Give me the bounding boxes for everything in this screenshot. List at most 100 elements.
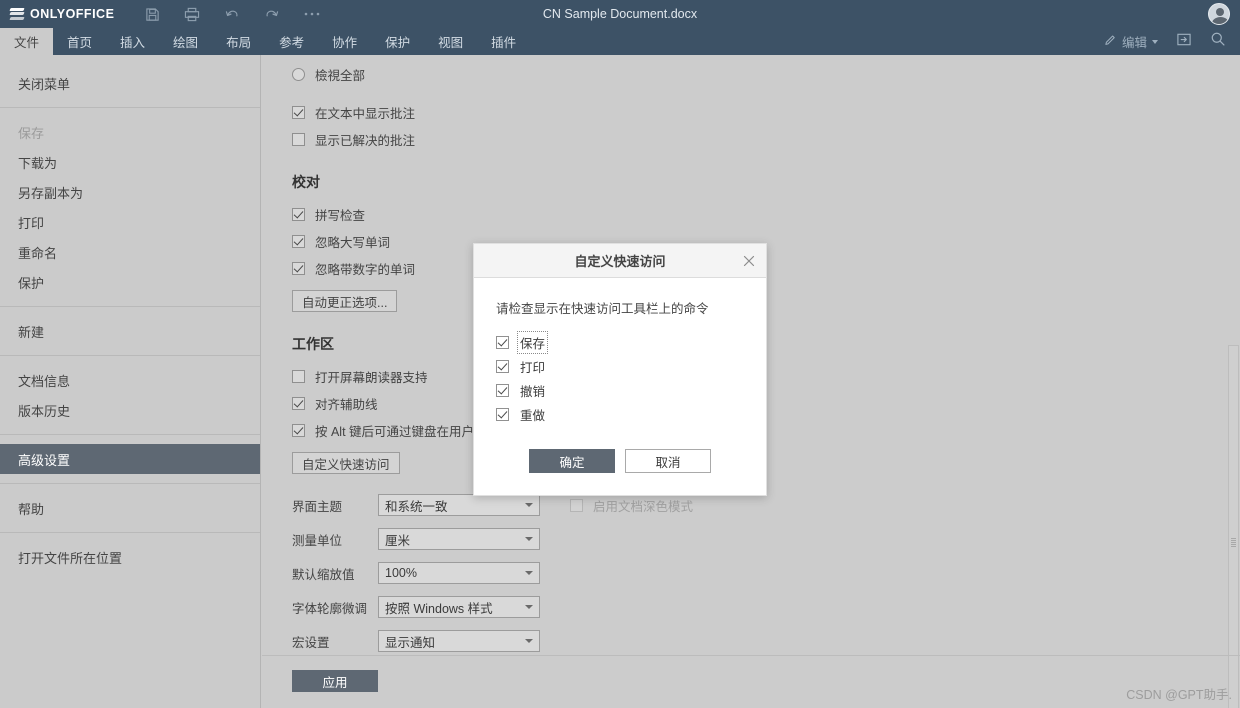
option-label: 默认缩放值 bbox=[292, 567, 355, 582]
dialog-option-label: 保存 bbox=[516, 330, 549, 354]
tab-file[interactable]: 文件 bbox=[0, 28, 54, 55]
select-value: 100% bbox=[385, 566, 417, 580]
option-show-comments-in-text[interactable]: 在文本中显示批注 bbox=[292, 101, 1240, 123]
checkbox-alt-key-navigation[interactable] bbox=[292, 423, 305, 437]
checkbox-show-resolved-comments[interactable] bbox=[292, 132, 305, 146]
footer-divider bbox=[262, 655, 1240, 656]
tab-draw[interactable]: 绘图 bbox=[159, 28, 212, 55]
select-value: 按照 Windows 样式 bbox=[385, 601, 493, 616]
tab-view[interactable]: 视图 bbox=[424, 28, 477, 55]
dialog-option-save[interactable]: 保存 bbox=[496, 330, 744, 354]
autocorrect-options-button[interactable]: 自动更正选项... bbox=[292, 290, 398, 312]
option-label: 测量单位 bbox=[292, 533, 343, 548]
undo-icon[interactable] bbox=[222, 4, 242, 24]
tab-layout[interactable]: 布局 bbox=[212, 28, 265, 55]
sidebar-item-print[interactable]: 打印 bbox=[0, 207, 260, 237]
select-measurement-unit[interactable]: 厘米 bbox=[378, 528, 540, 550]
select-value: 显示通知 bbox=[385, 635, 436, 650]
content-scrollbar[interactable] bbox=[1228, 345, 1239, 708]
select-macros-settings[interactable]: 显示通知 bbox=[378, 630, 540, 652]
select-font-hinting[interactable]: 按照 Windows 样式 bbox=[378, 596, 540, 618]
dialog-actions: 确定 取消 bbox=[496, 427, 744, 495]
tab-plugins[interactable]: 插件 bbox=[477, 28, 530, 55]
search-icon[interactable] bbox=[1210, 31, 1226, 52]
checkbox-alignment-guides[interactable] bbox=[292, 396, 305, 410]
checkbox-ignore-uppercase[interactable] bbox=[292, 234, 305, 248]
ok-button[interactable]: 确定 bbox=[529, 449, 615, 473]
option-row-default-zoom: 默认缩放值 100% bbox=[292, 562, 1240, 584]
scrollbar-grip bbox=[1231, 537, 1236, 548]
option-view-all[interactable]: 檢視全部 bbox=[292, 63, 1240, 85]
checkbox-save[interactable] bbox=[496, 335, 509, 349]
redo-icon[interactable] bbox=[262, 4, 282, 24]
sidebar-item-save-copy-as[interactable]: 另存副本为 bbox=[0, 177, 260, 207]
sidebar-item-download-as[interactable]: 下载为 bbox=[0, 147, 260, 177]
tab-home[interactable]: 首页 bbox=[53, 28, 106, 55]
dialog-header: 自定义快速访问 bbox=[474, 244, 766, 278]
user-avatar[interactable] bbox=[1208, 3, 1230, 25]
checkbox-screen-reader-support[interactable] bbox=[292, 369, 305, 383]
checkbox-show-comments-in-text[interactable] bbox=[292, 105, 305, 119]
sidebar-item-protect[interactable]: 保护 bbox=[0, 267, 260, 297]
customize-quick-access-button[interactable]: 自定义快速访问 bbox=[292, 452, 400, 474]
print-icon[interactable] bbox=[182, 4, 202, 24]
onlyoffice-logo-icon bbox=[9, 7, 25, 21]
checkbox-redo[interactable] bbox=[496, 407, 509, 421]
tab-collaboration[interactable]: 协作 bbox=[318, 28, 371, 55]
apply-button[interactable]: 应用 bbox=[292, 670, 378, 692]
chevron-down-icon bbox=[525, 503, 533, 507]
tab-protection[interactable]: 保护 bbox=[371, 28, 424, 55]
save-icon[interactable] bbox=[142, 4, 162, 24]
checkbox-ignore-words-with-numbers[interactable] bbox=[292, 261, 305, 275]
checkbox-print[interactable] bbox=[496, 359, 509, 373]
app-logo: ONLYOFFICE bbox=[9, 7, 115, 21]
option-row-measurement-unit: 测量单位 厘米 bbox=[292, 528, 1240, 550]
title-bar: ONLYOFFICE CN Sample Document.docx bbox=[0, 0, 1240, 28]
sidebar-item-help[interactable]: 帮助 bbox=[0, 493, 260, 523]
dialog-body: 请检查显示在快速访问工具栏上的命令 保存 打印 撤销 重做 确定 取消 bbox=[474, 278, 766, 495]
chevron-down-icon bbox=[525, 639, 533, 643]
sidebar-divider bbox=[0, 483, 260, 484]
chevron-down-icon bbox=[1152, 39, 1158, 44]
sidebar-item-advanced-settings[interactable]: 高级设置 bbox=[0, 444, 260, 474]
option-row-font-hinting: 字体轮廓微调 按照 Windows 样式 bbox=[292, 596, 1240, 618]
dialog-option-print[interactable]: 打印 bbox=[496, 355, 744, 377]
cancel-button[interactable]: 取消 bbox=[625, 449, 711, 473]
radio-view-all[interactable] bbox=[292, 67, 305, 81]
sidebar-item-version-history[interactable]: 版本历史 bbox=[0, 395, 260, 425]
select-default-zoom[interactable]: 100% bbox=[378, 562, 540, 584]
dialog-description: 请检查显示在快速访问工具栏上的命令 bbox=[496, 302, 709, 316]
open-file-location-icon[interactable] bbox=[1176, 32, 1192, 52]
option-label: 忽略大写单词 bbox=[315, 235, 391, 250]
dialog-option-redo[interactable]: 重做 bbox=[496, 403, 744, 425]
chevron-down-icon bbox=[525, 537, 533, 541]
dialog-option-label: 撤销 bbox=[520, 384, 546, 399]
sidebar-item-close-menu[interactable]: 关闭菜单 bbox=[0, 68, 260, 98]
option-dark-document-mode: 启用文档深色模式 bbox=[570, 496, 693, 515]
option-label: 忽略带数字的单词 bbox=[315, 262, 416, 277]
sidebar-item-save: 保存 bbox=[18, 125, 45, 141]
select-value: 和系统一致 bbox=[385, 499, 448, 514]
checkbox-undo[interactable] bbox=[496, 383, 509, 397]
sidebar-item-document-info[interactable]: 文档信息 bbox=[0, 365, 260, 395]
option-label: 对齐辅助线 bbox=[315, 397, 378, 412]
checkbox-spell-check[interactable] bbox=[292, 207, 305, 221]
brand-label: ONLYOFFICE bbox=[30, 7, 115, 21]
sidebar-item-open-file-location[interactable]: 打开文件所在位置 bbox=[0, 542, 260, 572]
option-label: 檢視全部 bbox=[315, 68, 366, 83]
option-spell-check[interactable]: 拼写检查 bbox=[292, 203, 1240, 225]
customize-quick-access-dialog: 自定义快速访问 请检查显示在快速访问工具栏上的命令 保存 打印 撤销 重做 确定… bbox=[473, 243, 767, 496]
option-label: 字体轮廓微调 bbox=[292, 601, 368, 616]
tab-insert[interactable]: 插入 bbox=[106, 28, 159, 55]
dialog-option-undo[interactable]: 撤销 bbox=[496, 379, 744, 401]
more-icon[interactable] bbox=[302, 4, 322, 24]
close-icon[interactable] bbox=[740, 252, 758, 270]
select-interface-theme[interactable]: 和系统一致 bbox=[378, 494, 540, 516]
edit-mode-selector[interactable]: 编辑 bbox=[1104, 32, 1158, 51]
tab-references[interactable]: 参考 bbox=[265, 28, 318, 55]
option-label: 启用文档深色模式 bbox=[593, 499, 694, 514]
sidebar-item-new[interactable]: 新建 bbox=[0, 316, 260, 346]
option-show-resolved-comments[interactable]: 显示已解决的批注 bbox=[292, 128, 1240, 150]
dialog-option-label: 重做 bbox=[520, 408, 546, 423]
sidebar-item-rename[interactable]: 重命名 bbox=[0, 237, 260, 267]
